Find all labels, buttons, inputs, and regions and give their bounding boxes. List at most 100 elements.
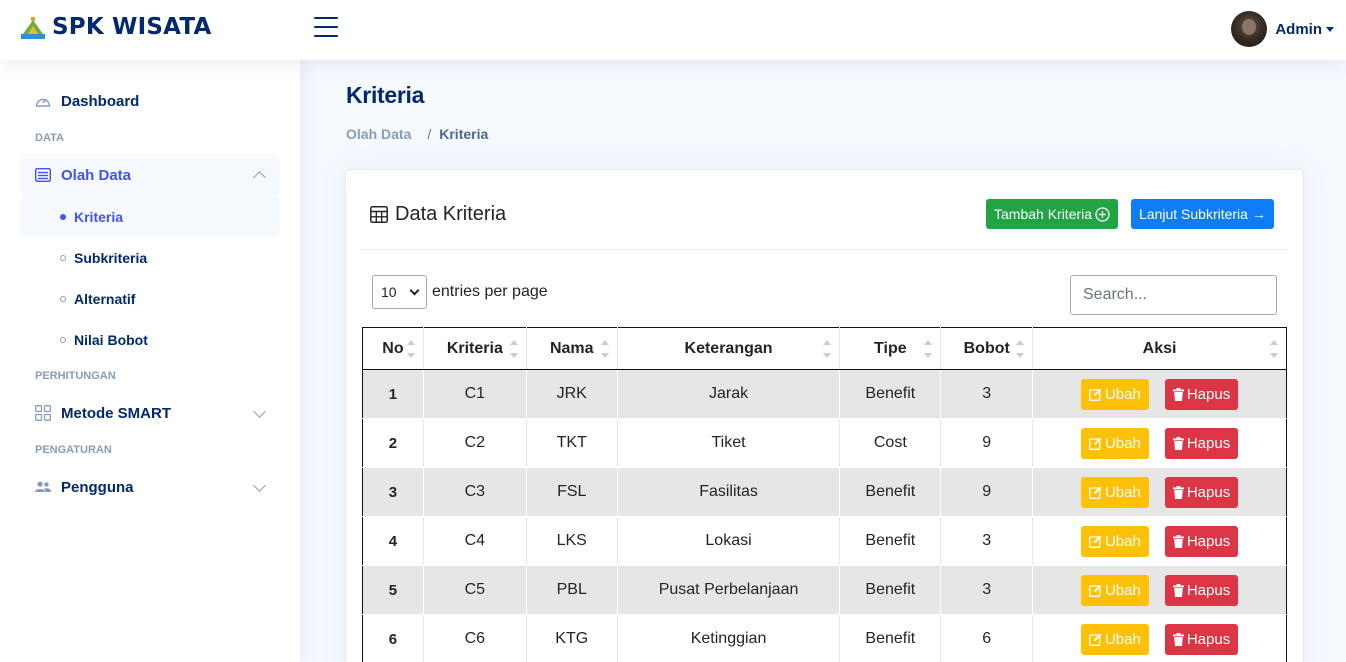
cell-aksi: Ubah Hapus [1032,418,1287,468]
cell-aksi: Ubah Hapus [1032,614,1287,662]
column-header-nama[interactable]: Nama [525,327,618,370]
sidebar-subitem-kriteria[interactable]: Kriteria [20,196,280,237]
chevron-down-icon [409,285,420,295]
plus-circle-icon [1095,206,1110,222]
cell-kriteria: C4 [422,516,527,566]
olah-data-submenu: Kriteria Subkriteria Alternatif Nilai Bo… [20,196,280,360]
edit-button[interactable]: Ubah [1080,378,1149,410]
cell-tipe: Benefit [839,565,942,615]
cell-kriteria: C5 [422,565,527,615]
sidebar-item-olah-data[interactable]: Olah Data [20,154,280,196]
cell-bobot: 3 [940,516,1034,566]
grid-icon [35,405,51,421]
delete-button[interactable]: Hapus [1164,525,1239,557]
cell-tipe: Cost [839,418,942,468]
column-header-tipe[interactable]: Tipe [839,327,942,370]
cell-kriteria: C3 [422,467,527,517]
cell-aksi: Ubah Hapus [1032,516,1287,566]
pencil-square-icon [1089,535,1102,548]
next-subkriteria-button[interactable]: Lanjut Subkriteria → [1131,199,1274,229]
cell-keterangan: Jarak [616,369,841,419]
cell-kriteria: C6 [422,614,527,662]
people-icon [35,479,51,495]
chevron-down-icon [253,405,266,418]
delete-button[interactable]: Hapus [1164,476,1239,508]
column-header-no[interactable]: No [362,327,424,370]
avatar[interactable] [1231,11,1268,47]
cell-nama: TKT [525,418,618,468]
column-header-kriteria[interactable]: Kriteria [422,327,527,370]
edit-label: Ubah [1104,385,1141,403]
sidebar-item-metode-smart[interactable]: Metode SMART [20,392,280,434]
delete-button[interactable]: Hapus [1164,378,1239,410]
edit-button[interactable]: Ubah [1080,574,1149,606]
cell-bobot: 9 [940,418,1034,468]
cell-keterangan: Lokasi [616,516,841,566]
card-title: Data Kriteria [370,203,506,226]
cell-nama: LKS [525,516,618,566]
table-icon [370,206,388,223]
cell-bobot: 9 [940,467,1034,517]
edit-label: Ubah [1104,630,1141,648]
cell-no: 3 [362,467,424,517]
sidebar-item-label: Olah Data [61,166,132,184]
delete-button[interactable]: Hapus [1164,427,1239,459]
column-header-aksi[interactable]: Aksi [1032,327,1287,370]
cell-aksi: Ubah Hapus [1032,565,1287,615]
sidebar-item-dashboard[interactable]: Dashboard [20,80,280,122]
edit-button[interactable]: Ubah [1080,525,1149,557]
sidebar-item-pengguna[interactable]: Pengguna [20,466,280,508]
breadcrumb-link-olah-data[interactable]: Olah Data [346,126,411,142]
sidebar-subitem-alternatif[interactable]: Alternatif [20,278,280,319]
column-header-bobot[interactable]: Bobot [940,327,1034,370]
circle-icon [60,336,66,343]
cell-no: 1 [362,369,424,419]
app-logo[interactable]: SPK WISATA [20,14,211,40]
sidebar-subitem-subkriteria[interactable]: Subkriteria [20,237,280,278]
entries-select-value: 10 [381,284,397,300]
menu-button-icon [35,167,51,183]
pencil-square-icon [1089,584,1102,597]
edit-label: Ubah [1104,581,1141,599]
delete-button[interactable]: Hapus [1164,623,1239,655]
circle-icon [60,295,66,302]
delete-button[interactable]: Hapus [1164,574,1239,606]
delete-label: Hapus [1186,385,1231,403]
cell-kriteria: C1 [422,369,527,419]
card-title-text: Data Kriteria [395,203,507,225]
profile-name: Admin [1275,20,1322,38]
cell-tipe: Benefit [839,467,942,517]
circle-icon [60,213,66,220]
delete-label: Hapus [1186,483,1231,501]
sidebar-subitem-label: Alternatif [74,290,136,307]
add-kriteria-button[interactable]: Tambah Kriteria [986,199,1119,229]
edit-button[interactable]: Ubah [1080,476,1149,508]
cell-nama: PBL [525,565,618,615]
add-kriteria-label: Tambah Kriteria [994,206,1093,222]
kriteria-table: No Kriteria Nama Keterangan Tipe Bobot A… [362,327,1287,662]
profile-menu[interactable]: Admin [1231,11,1334,47]
search-input[interactable] [1070,275,1277,315]
edit-button[interactable]: Ubah [1080,623,1149,655]
trash-icon [1172,485,1184,499]
sort-icon [1270,340,1278,358]
sidebar-subitem-nilai-bobot[interactable]: Nilai Bobot [20,319,280,360]
sidebar-toggle-icon[interactable] [314,17,338,39]
table-row: 3 C3 FSL Fasilitas Benefit 9 Ubah Hapus [362,467,1287,517]
next-subkriteria-label: Lanjut Subkriteria → [1139,206,1266,222]
main-content: Kriteria Olah Data / Kriteria Data Krite… [300,60,1346,662]
pencil-square-icon [1089,388,1102,401]
sidebar-item-label: Pengguna [61,478,134,496]
nav-heading-pengaturan: PENGATURAN [35,444,112,456]
cell-bobot: 3 [940,369,1034,419]
column-header-keterangan[interactable]: Keterangan [616,327,841,370]
sort-icon [600,340,609,358]
delete-label: Hapus [1186,434,1231,452]
cell-no: 2 [362,418,424,468]
entries-select[interactable]: 10 [372,275,427,309]
trash-icon [1172,436,1184,450]
cell-no: 6 [362,614,424,662]
table-row: 4 C4 LKS Lokasi Benefit 3 Ubah Hapus [362,516,1287,566]
trash-icon [1172,632,1184,646]
edit-button[interactable]: Ubah [1080,427,1149,459]
